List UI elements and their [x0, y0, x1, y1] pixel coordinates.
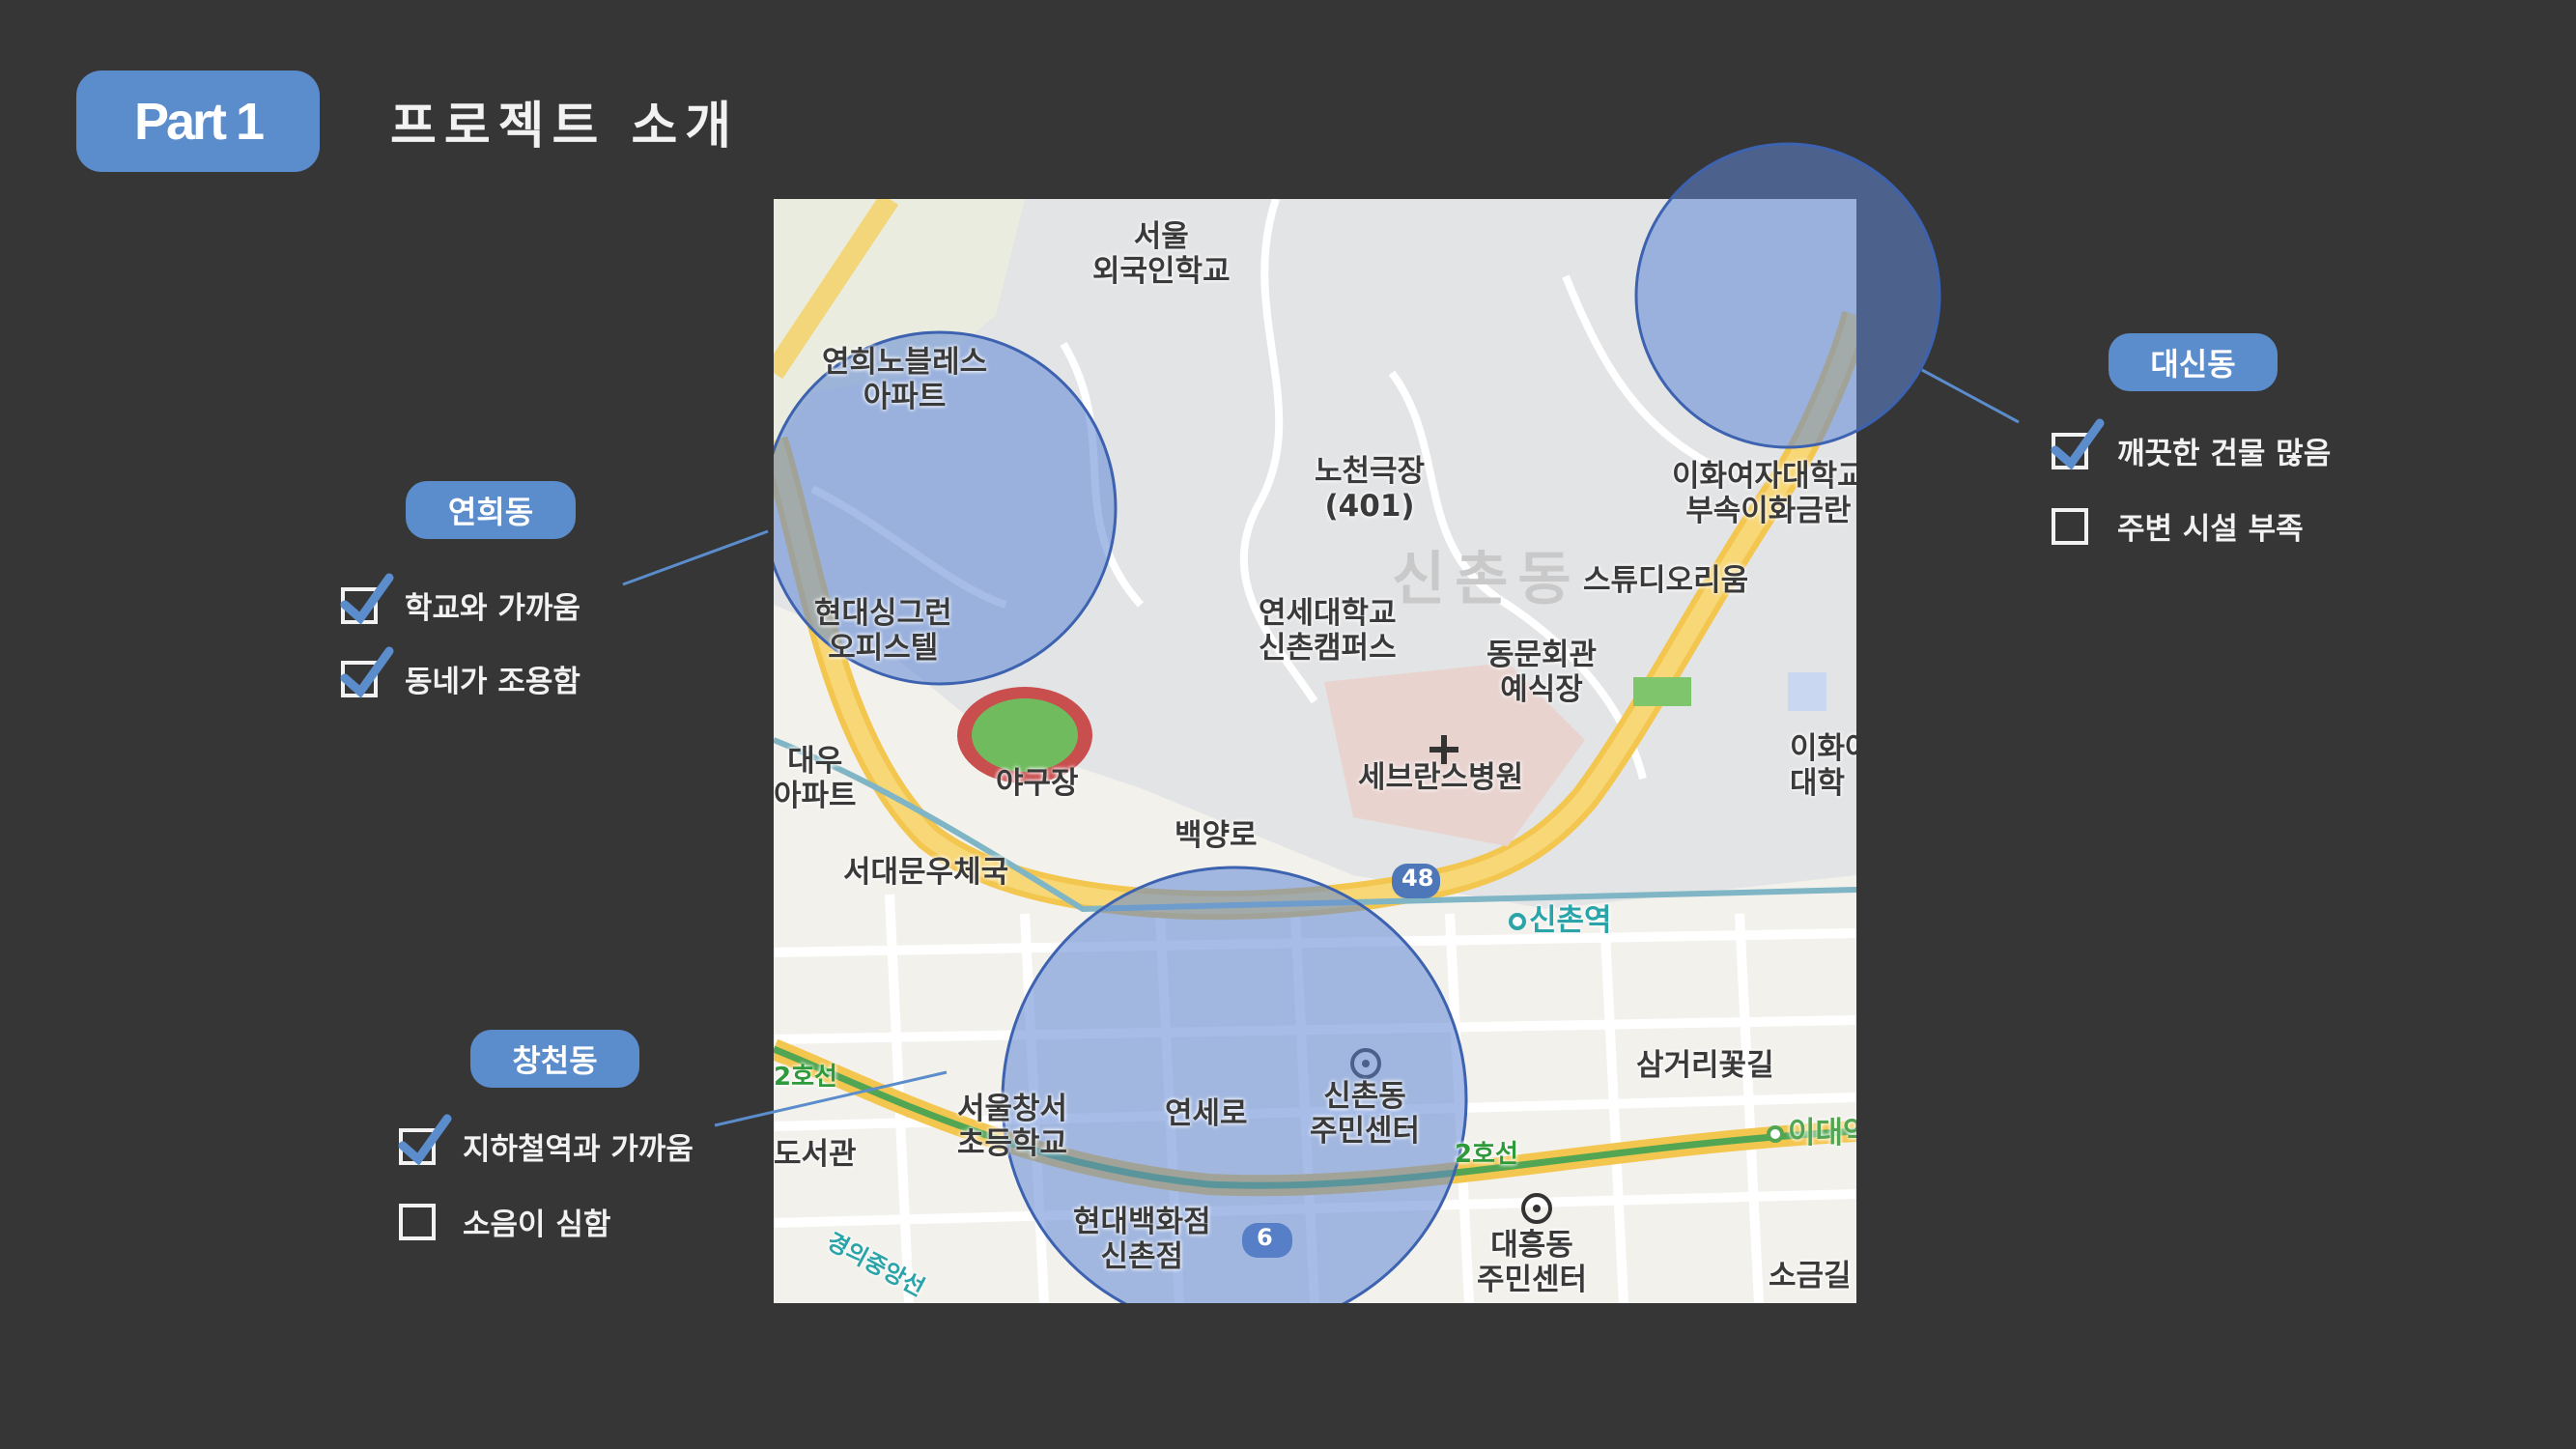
page-title: 프로젝트 소개: [390, 98, 740, 156]
map-label-studio-orium: 스튜디오리움: [1583, 563, 1749, 598]
map-label-nocheon-theater: 노천극장 (401): [1315, 454, 1426, 524]
map-label-yonseiro: 연세로: [1165, 1096, 1248, 1131]
part-badge: Part 1: [76, 71, 320, 172]
map-label-seoul-foreign-school: 서울 외국인학교: [1092, 219, 1231, 289]
check-icon: [340, 646, 394, 698]
map-label-route-6: 6: [1257, 1224, 1273, 1251]
map-label-baekyangro: 백양로: [1175, 818, 1258, 853]
map-label-severance: 세브란스병원: [1358, 760, 1524, 795]
daeshin-item-2: 주변 시설 부족: [2052, 504, 2304, 548]
map-label-samgeori: 삼거리꽃길: [1636, 1048, 1774, 1083]
daeshin-item-1: 깨끗한 건물 많음: [2051, 418, 2332, 472]
checkbox[interactable]: [399, 1203, 436, 1240]
changcheon-badge: 창천동: [470, 1030, 639, 1088]
map-label-yonsei-univ: 연세대학교 신촌캠퍼스: [1259, 596, 1397, 666]
checkbox-label: 동네가 조용함: [405, 665, 580, 699]
check-icon: [340, 573, 394, 625]
checkbox-label: 소음이 심함: [463, 1208, 611, 1242]
map-image: 서울 외국인학교 연희노블레스 아파트 노천극장 (401) 신촌동 스튜디오리…: [774, 199, 1856, 1303]
map-label-ewha-univ: 이화여 대학: [1790, 731, 1856, 801]
checkbox-label: 학교와 가까움: [405, 591, 580, 626]
map-label-daewoo-apt: 대우 아파트: [774, 744, 857, 813]
map-label-idae: 이대역: [1788, 1116, 1856, 1151]
checkbox[interactable]: [398, 1114, 452, 1166]
changcheon-item-2: 소음이 심함: [399, 1200, 610, 1243]
changcheon-item-1: 지하철역과 가까움: [398, 1114, 694, 1168]
checkbox[interactable]: [340, 573, 394, 625]
yeonhui-item-2: 동네가 조용함: [340, 646, 580, 700]
checkbox-label: 깨끗한 건물 많음: [2117, 437, 2332, 471]
checkbox[interactable]: [2051, 418, 2105, 470]
map-label-line2-right: 2호선: [1455, 1140, 1518, 1169]
map-label-hyundai-single: 현대싱그런 오피스텔: [814, 596, 952, 666]
checkbox-label: 지하철역과 가까움: [463, 1132, 694, 1167]
map-label-sogeumgil: 소금길: [1769, 1259, 1852, 1293]
map-label-yeonhui-noblesse: 연희노블레스 아파트: [822, 345, 988, 414]
map-label-daeheung: 대흥동 주민센터: [1477, 1228, 1588, 1297]
map-label-library: 도서관: [774, 1137, 857, 1172]
checkbox-label: 주변 시설 부족: [2117, 512, 2304, 547]
map-label-seoul-changseo: 서울창서 초등학교: [957, 1092, 1068, 1161]
map-label-sinchon-station: 신촌역: [1529, 903, 1612, 938]
map-label-baseball-field: 야구장: [996, 766, 1079, 801]
map-label-seodaemun-post: 서대문우체국: [843, 855, 1009, 890]
yeonhui-connector: [622, 529, 769, 586]
yeonhui-badge: 연희동: [406, 481, 576, 539]
yeonhui-item-1: 학교와 가까움: [340, 573, 580, 627]
daeshin-connector: [1921, 368, 2020, 424]
map-label-ewha-affiliated: 이화여자대학교 부속이화금란: [1672, 459, 1856, 528]
check-icon: [398, 1114, 452, 1166]
map-label-sinchon-dong: 신촌동: [1392, 546, 1581, 613]
daeshin-badge: 대신동: [2109, 333, 2278, 391]
checkbox[interactable]: [2052, 507, 2088, 545]
map-label-sinchon-center: 신촌동 주민센터: [1310, 1079, 1421, 1149]
checkbox[interactable]: [340, 646, 394, 698]
map-label-line2-left: 2호선: [774, 1063, 837, 1092]
check-icon: [2051, 418, 2105, 470]
map-label-hyundai-dept: 현대백화점 신촌점: [1073, 1205, 1211, 1274]
map-label-route-48: 48: [1401, 865, 1434, 892]
map-label-dongmun-hall: 동문회관 예식장: [1486, 638, 1598, 707]
